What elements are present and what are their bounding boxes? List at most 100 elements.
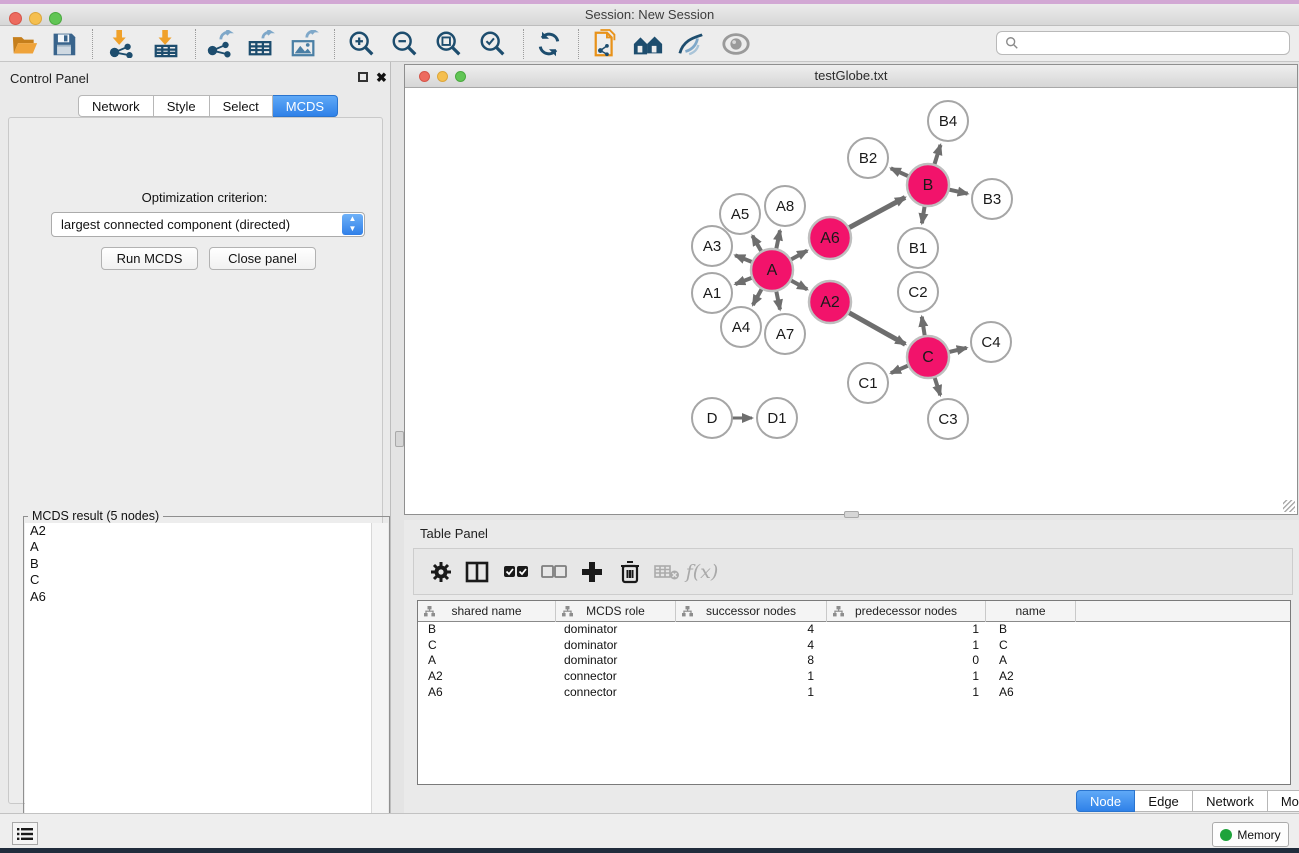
graph-node-B1[interactable]: B1 [898,228,938,268]
network-close-button[interactable] [419,71,430,82]
function-builder-icon[interactable]: f(x) [686,557,718,587]
graph-node-C[interactable]: C [907,336,949,378]
graph-node-A2[interactable]: A2 [809,281,851,323]
table-cell[interactable]: connector [556,685,676,701]
network-zoom-button[interactable] [455,71,466,82]
close-panel-button[interactable]: Close panel [209,247,316,270]
table-cell[interactable]: B [418,622,556,638]
network-window-titlebar[interactable]: testGlobe.txt [405,65,1297,88]
search-input[interactable] [996,31,1290,55]
select-all-icon[interactable] [500,557,532,587]
zoom-in-icon[interactable] [345,29,379,59]
add-column-icon[interactable] [576,557,608,587]
float-panel-icon[interactable] [358,72,368,82]
graph-node-A5[interactable]: A5 [720,194,760,234]
table-row[interactable]: Adominator80A [418,653,1290,669]
column-header-name[interactable]: name [986,601,1076,622]
export-network-icon[interactable] [202,29,236,59]
table-cell[interactable]: 1 [827,685,986,701]
tab-mcds[interactable]: MCDS [273,95,338,117]
table-cell[interactable]: A6 [418,685,556,701]
graph-node-B[interactable]: B [907,164,949,206]
hide-selected-icon[interactable] [674,29,708,59]
graph-node-D[interactable]: D [692,398,732,438]
delete-column-icon[interactable] [614,557,646,587]
graph-node-B3[interactable]: B3 [972,179,1012,219]
graph-node-C4[interactable]: C4 [971,322,1011,362]
network-minimize-button[interactable] [437,71,448,82]
table-cell[interactable]: 1 [676,685,827,701]
table-row[interactable]: A6connector11A6 [418,685,1290,701]
table-cell[interactable]: C [418,638,556,654]
column-header-predecessor-nodes[interactable]: predecessor nodes [827,601,986,622]
import-table-icon[interactable] [149,29,183,59]
save-session-icon[interactable] [47,29,81,59]
graph-node-A8[interactable]: A8 [765,186,805,226]
mcds-result-item[interactable]: A [25,539,372,555]
mcds-result-scrollbar[interactable] [371,523,388,849]
table-cell[interactable]: C [986,638,1076,654]
zoom-fit-icon[interactable] [432,29,466,59]
table-cell[interactable]: 1 [827,622,986,638]
table-cell[interactable]: 4 [676,638,827,654]
close-panel-icon[interactable]: ✖ [376,72,387,84]
column-header-MCDS-role[interactable]: MCDS role [556,601,676,622]
mcds-result-item[interactable]: B [25,556,372,572]
graph-node-C1[interactable]: C1 [848,363,888,403]
graph-node-C2[interactable]: C2 [898,272,938,312]
open-session-icon[interactable] [8,29,42,59]
graph-node-A7[interactable]: A7 [765,314,805,354]
table-cell[interactable]: A6 [986,685,1076,701]
mcds-result-item[interactable]: C [25,572,372,588]
tab-edge-table[interactable]: Edge Table [1135,790,1193,812]
zoom-out-icon[interactable] [388,29,422,59]
resize-grip-icon[interactable] [1283,500,1295,512]
table-row[interactable]: A2connector11A2 [418,669,1290,685]
mcds-result-item[interactable]: A2 [25,523,372,539]
memory-button[interactable]: Memory [1212,822,1289,847]
network-graph-canvas[interactable]: B4B2BB3A8A5A6A3B1AC2A1A2A4A7C4CC1DC3D1 [405,88,1297,508]
show-all-icon[interactable] [719,29,753,59]
table-cell[interactable]: 1 [676,669,827,685]
table-row[interactable]: Cdominator41C [418,638,1290,654]
table-cell[interactable]: connector [556,669,676,685]
table-cell[interactable]: 0 [827,653,986,669]
zoom-window-button[interactable] [49,12,62,25]
table-cell[interactable]: 1 [827,638,986,654]
close-window-button[interactable] [9,12,22,25]
table-cell[interactable]: B [986,622,1076,638]
graph-node-D1[interactable]: D1 [757,398,797,438]
column-header-shared-name[interactable]: shared name [418,601,556,622]
graph-node-B2[interactable]: B2 [848,138,888,178]
table-cell[interactable]: 4 [676,622,827,638]
column-view-icon[interactable] [461,557,493,587]
tab-network[interactable]: Network [78,95,154,117]
graph-node-A6[interactable]: A6 [809,217,851,259]
table-cell[interactable]: dominator [556,653,676,669]
first-neighbors-icon[interactable] [631,29,665,59]
tab-select[interactable]: Select [210,95,273,117]
table-cell[interactable]: dominator [556,622,676,638]
minimize-window-button[interactable] [29,12,42,25]
graph-node-A3[interactable]: A3 [692,226,732,266]
table-row[interactable]: Bdominator41B [418,622,1290,638]
deselect-all-icon[interactable] [538,557,570,587]
delete-table-icon[interactable] [651,557,683,587]
graph-node-A[interactable]: A [751,249,793,291]
export-image-icon[interactable] [287,29,321,59]
task-history-button[interactable] [12,822,38,845]
tab-node-table[interactable]: Node Table [1076,790,1135,812]
graph-node-A4[interactable]: A4 [721,307,761,347]
table-cell[interactable]: dominator [556,638,676,654]
graph-node-C3[interactable]: C3 [928,399,968,439]
table-settings-icon[interactable] [425,557,457,587]
table-cell[interactable]: 1 [827,669,986,685]
graph-node-B4[interactable]: B4 [928,101,968,141]
table-cell[interactable]: 8 [676,653,827,669]
table-cell[interactable]: A2 [986,669,1076,685]
tab-network-table[interactable]: Network Table [1193,790,1268,812]
mcds-result-item[interactable]: A6 [25,589,372,605]
refresh-icon[interactable] [532,29,566,59]
import-network-icon[interactable] [105,29,139,59]
table-cell[interactable]: A [986,653,1076,669]
